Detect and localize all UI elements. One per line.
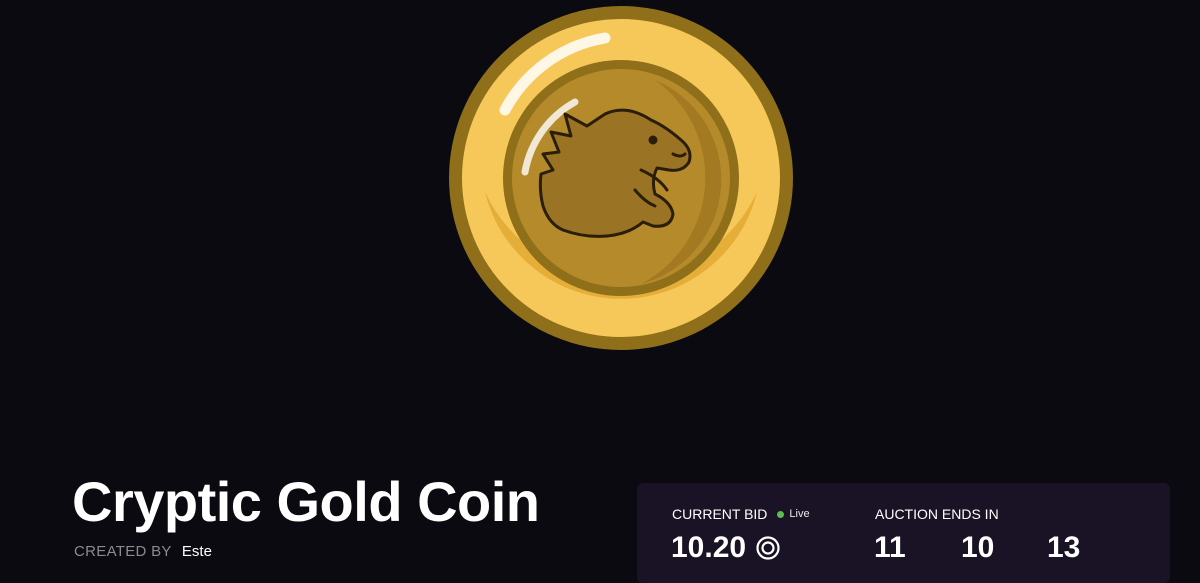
live-status-dot-icon xyxy=(777,510,785,518)
auction-card: CURRENT BID Live 10.20 AUCTION ENDS IN 1… xyxy=(637,483,1170,583)
live-status-label: Live xyxy=(789,508,810,520)
current-bid-amount: 10.20 xyxy=(671,531,780,565)
creator-name-link[interactable]: Este xyxy=(182,543,212,560)
countdown-hours: 11 xyxy=(874,531,906,564)
current-bid-label: CURRENT BID xyxy=(672,506,768,522)
currency-ring-icon xyxy=(756,536,780,560)
current-bid-header: CURRENT BID Live xyxy=(672,506,810,522)
bid-value: 10.20 xyxy=(671,531,747,564)
auction-ends-label: AUCTION ENDS IN xyxy=(875,506,999,522)
countdown-minutes: 10 xyxy=(961,531,995,564)
artwork-title: Cryptic Gold Coin xyxy=(72,470,540,533)
countdown-seconds: 13 xyxy=(1047,531,1081,564)
gold-coin-image xyxy=(449,6,793,350)
created-by-label: CREATED BY xyxy=(74,543,172,560)
creator-info: CREATED BY Este xyxy=(74,543,212,560)
